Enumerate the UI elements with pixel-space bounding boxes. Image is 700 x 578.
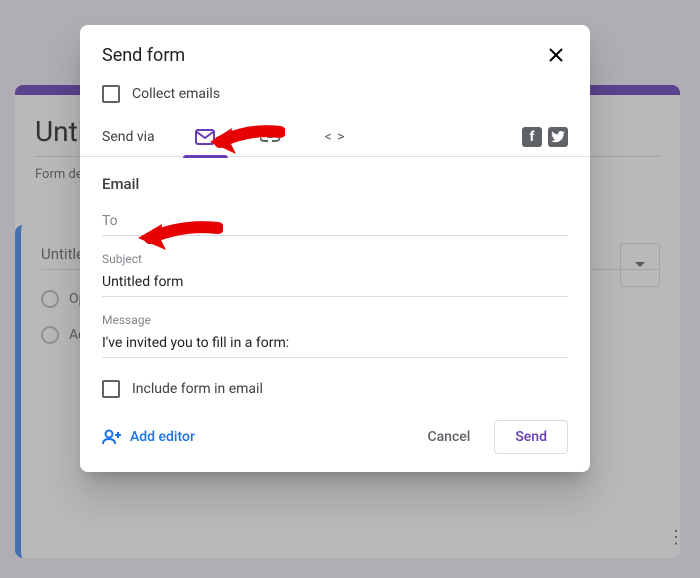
subject-label: Subject [102,252,568,266]
collect-emails-checkbox[interactable] [102,85,120,103]
dialog-header: Send form [80,25,590,77]
dialog-footer: Add editor Cancel Send [102,416,568,454]
send-button[interactable]: Send [494,420,568,454]
embed-icon: < > [325,129,346,145]
to-field [102,207,568,236]
message-label: Message [102,313,568,327]
subject-field: Subject [102,252,568,297]
facebook-share-button[interactable]: f [522,127,542,147]
dialog-body: Collect emails Send via < > f Emai [80,77,590,472]
mail-icon [195,129,215,145]
collect-emails-label: Collect emails [132,86,220,102]
close-icon [548,47,564,63]
dialog-title: Send form [102,45,185,66]
subject-input[interactable] [102,268,568,297]
message-field: Message [102,313,568,358]
facebook-icon: f [529,129,534,145]
person-add-icon [102,429,122,445]
include-form-checkbox[interactable] [102,380,120,398]
social-share: f [522,127,568,147]
send-via-tabs: Send via < > f [80,117,590,157]
twitter-icon [551,131,565,143]
twitter-share-button[interactable] [548,127,568,147]
link-icon [260,132,280,142]
close-button[interactable] [544,43,568,67]
cancel-button[interactable]: Cancel [411,421,486,453]
collect-emails-row: Collect emails [102,77,568,117]
send-form-dialog: Send form Collect emails Send via < > f [80,25,590,472]
add-editor-label: Add editor [130,429,195,445]
add-editor-button[interactable]: Add editor [102,429,195,445]
tab-link[interactable] [238,117,303,157]
send-via-label: Send via [102,129,155,145]
tab-email[interactable] [173,117,238,157]
include-form-row: Include form in email [102,374,568,416]
message-input[interactable] [102,329,568,358]
tab-embed[interactable]: < > [303,117,368,157]
include-form-label: Include form in email [132,381,263,397]
to-input[interactable] [102,207,568,236]
email-section-label: Email [102,175,568,193]
